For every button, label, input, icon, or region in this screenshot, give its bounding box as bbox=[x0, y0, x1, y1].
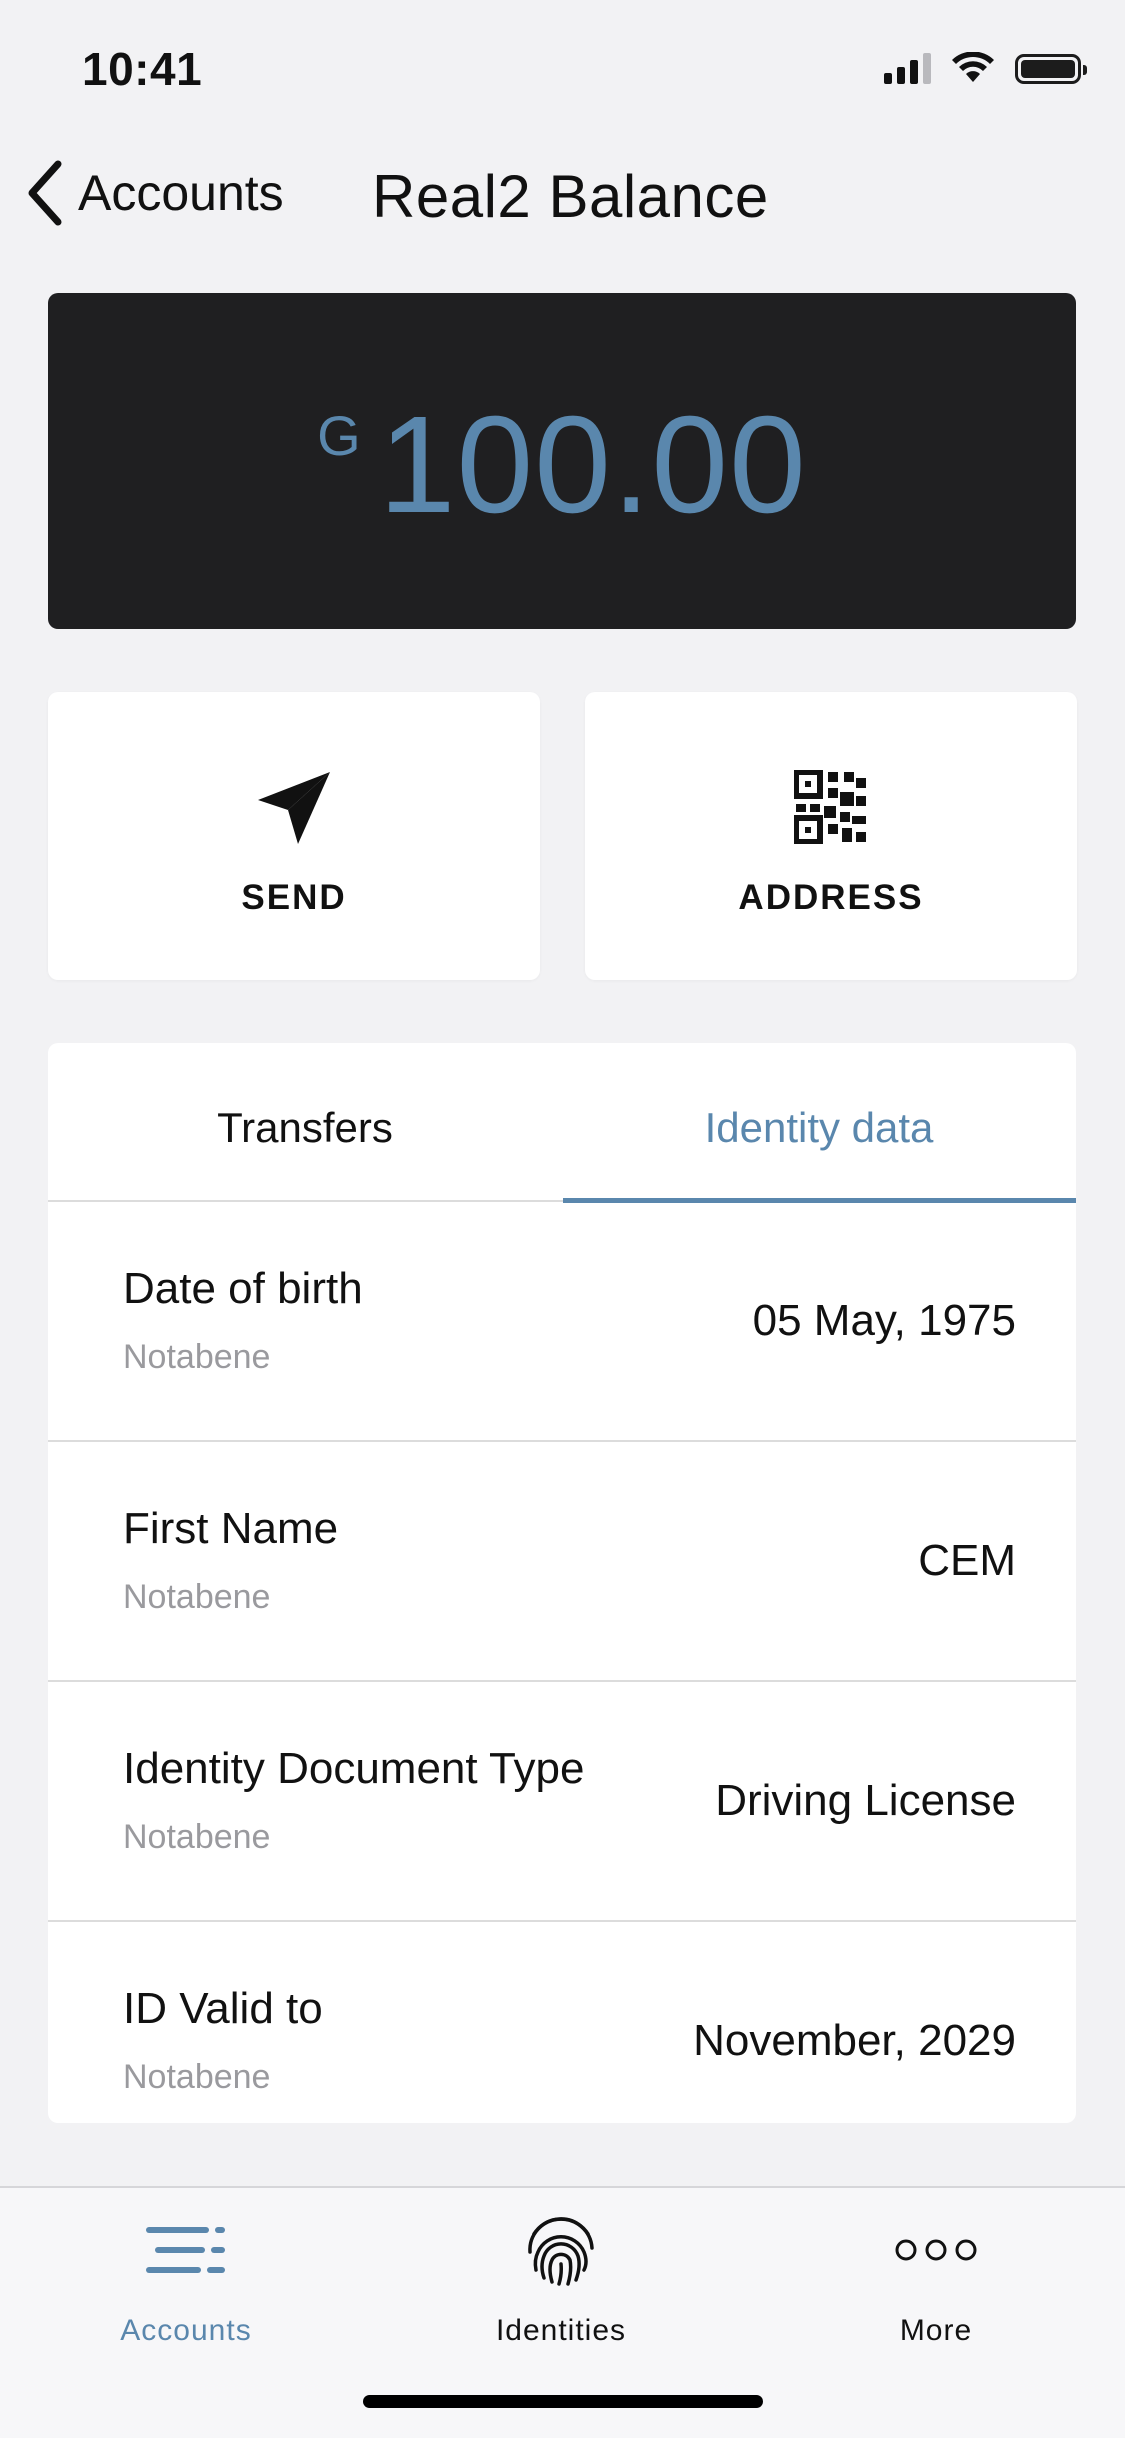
accounts-list-icon bbox=[36, 2210, 336, 2290]
segmented-tabs: Transfers Identity data bbox=[48, 1043, 1076, 1203]
row-value: November, 2029 bbox=[693, 2016, 1016, 2065]
send-paper-plane-icon bbox=[256, 770, 332, 851]
tabbar-item-more[interactable]: More bbox=[786, 2210, 1086, 2348]
identity-row[interactable]: First Name Notabene CEM bbox=[48, 1442, 1076, 1682]
more-dots-icon bbox=[786, 2210, 1086, 2290]
identity-row[interactable]: ID Valid to Notabene November, 2029 bbox=[48, 1922, 1076, 2123]
back-label: Accounts bbox=[78, 165, 284, 221]
row-source: Notabene bbox=[123, 1818, 271, 1856]
row-value: Driving License bbox=[715, 1776, 1016, 1825]
currency-symbol: G bbox=[317, 404, 361, 467]
qr-code-icon bbox=[793, 769, 868, 849]
balance-amount: 100.00 bbox=[378, 387, 807, 542]
address-label: ADDRESS bbox=[738, 878, 924, 917]
tab-transfers[interactable]: Transfers bbox=[48, 1043, 562, 1200]
tabbar-item-accounts[interactable]: Accounts bbox=[36, 2210, 336, 2348]
row-source: Notabene bbox=[123, 1578, 271, 1616]
status-bar: 10:41 bbox=[0, 0, 1125, 132]
status-icons bbox=[884, 52, 1087, 84]
tabbar-item-identities[interactable]: Identities bbox=[411, 2210, 711, 2348]
row-source: Notabene bbox=[123, 1338, 271, 1376]
tabbar-label-identities: Identities bbox=[495, 2314, 627, 2347]
status-time: 10:41 bbox=[82, 43, 203, 95]
tab-identity-data[interactable]: Identity data bbox=[562, 1043, 1076, 1200]
tabbar-label-accounts: Accounts bbox=[120, 2314, 252, 2347]
row-value: CEM bbox=[918, 1536, 1016, 1585]
page-title: Real2 Balance bbox=[372, 163, 769, 230]
address-button[interactable]: ADDRESS bbox=[585, 692, 1077, 980]
fingerprint-icon bbox=[411, 2210, 711, 2290]
nav-bar: Accounts Real2 Balance bbox=[0, 132, 1125, 262]
row-label: Identity Document Type bbox=[123, 1744, 585, 1793]
identity-row[interactable]: Identity Document Type Notabene Driving … bbox=[48, 1682, 1076, 1922]
identity-panel: Transfers Identity data Date of birth No… bbox=[48, 1043, 1076, 2123]
send-button[interactable]: SEND bbox=[48, 692, 540, 980]
row-label: First Name bbox=[123, 1504, 339, 1553]
tabbar-label-more: More bbox=[899, 2314, 973, 2347]
row-label: Date of birth bbox=[123, 1264, 363, 1313]
bottom-tab-bar: Accounts Identities More bbox=[0, 2186, 1125, 2438]
send-label: SEND bbox=[241, 878, 347, 917]
back-button[interactable]: Accounts bbox=[24, 160, 284, 226]
cellular-signal-icon bbox=[884, 52, 931, 84]
wifi-icon bbox=[952, 52, 994, 82]
row-value: 05 May, 1975 bbox=[752, 1296, 1016, 1345]
home-indicator bbox=[363, 2395, 763, 2408]
row-label: ID Valid to bbox=[123, 1984, 323, 2033]
battery-icon bbox=[1015, 54, 1087, 84]
identity-row[interactable]: Date of birth Notabene 05 May, 1975 bbox=[48, 1202, 1076, 1442]
balance-card: G 100.00 bbox=[48, 293, 1076, 629]
chevron-left-icon bbox=[28, 160, 62, 226]
row-source: Notabene bbox=[123, 2058, 271, 2096]
